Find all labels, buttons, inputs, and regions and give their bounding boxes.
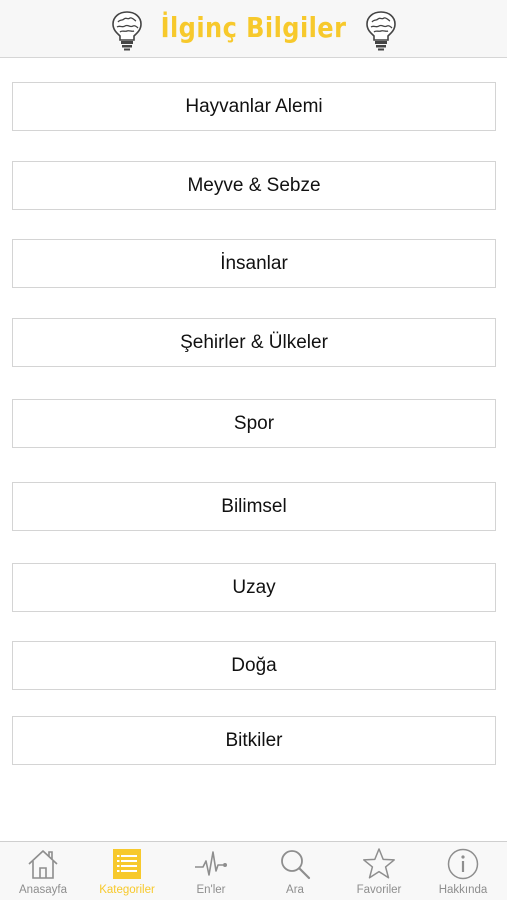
star-icon bbox=[363, 848, 395, 879]
tab-label: Hakkında bbox=[438, 884, 488, 896]
category-label: Doğa bbox=[231, 654, 277, 676]
category-button-hayvanlar-alemi[interactable]: Hayvanlar Alemi bbox=[12, 82, 496, 131]
nav-header: İlginç Bilgiler bbox=[0, 0, 507, 58]
tab-kategoriler[interactable]: Kategoriler bbox=[85, 842, 169, 900]
category-button-bilimsel[interactable]: Bilimsel bbox=[12, 482, 496, 531]
category-button-sehirler-ulkeler[interactable]: Şehirler & Ülkeler bbox=[12, 318, 496, 367]
category-label: Bitkiler bbox=[225, 729, 283, 751]
category-label: Bilimsel bbox=[221, 495, 287, 517]
category-label: Uzay bbox=[232, 576, 276, 598]
category-button-doga[interactable]: Doğa bbox=[12, 641, 496, 690]
home-icon bbox=[28, 850, 58, 879]
page-title: İlginç Bilgiler bbox=[160, 11, 347, 44]
tab-label: Ara bbox=[286, 884, 304, 896]
category-label: Spor bbox=[233, 412, 275, 434]
category-label: Meyve & Sebze bbox=[187, 174, 321, 196]
tab-label: Anasayfa bbox=[19, 884, 67, 896]
tab-label: Favoriler bbox=[356, 884, 402, 896]
category-button-spor[interactable]: Spor bbox=[12, 399, 496, 448]
brain-lightbulb-icon bbox=[366, 11, 396, 51]
category-button-meyve-sebze[interactable]: Meyve & Sebze bbox=[12, 161, 496, 210]
tab-bar: Anasayfa Kategoriler En'ler Ara Favorile… bbox=[0, 841, 507, 900]
list-icon bbox=[113, 849, 141, 879]
category-label: Şehirler & Ülkeler bbox=[180, 331, 328, 353]
tab-label: En'ler bbox=[196, 884, 226, 896]
tab-favoriler[interactable]: Favoriler bbox=[337, 842, 421, 900]
category-label: İnsanlar bbox=[220, 252, 288, 274]
tab-anasayfa[interactable]: Anasayfa bbox=[1, 842, 85, 900]
tab-enler[interactable]: En'ler bbox=[169, 842, 253, 900]
heartbeat-icon bbox=[195, 851, 227, 876]
category-button-uzay[interactable]: Uzay bbox=[12, 563, 496, 612]
category-label: Hayvanlar Alemi bbox=[185, 95, 323, 117]
tab-hakkinda[interactable]: Hakkında bbox=[421, 842, 505, 900]
tab-label: Kategoriler bbox=[99, 884, 155, 896]
category-button-insanlar[interactable]: İnsanlar bbox=[12, 239, 496, 288]
category-button-bitkiler[interactable]: Bitkiler bbox=[12, 716, 496, 765]
info-icon bbox=[447, 848, 479, 880]
tab-ara[interactable]: Ara bbox=[253, 842, 337, 900]
search-icon bbox=[281, 850, 311, 880]
